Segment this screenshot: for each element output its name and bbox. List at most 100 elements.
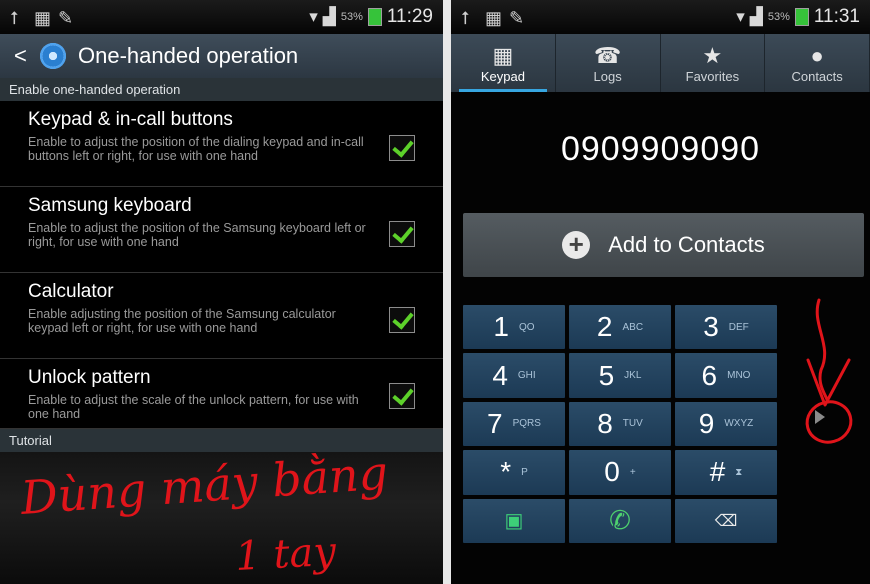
pen-icon: ✎ [509, 8, 525, 28]
person-icon: ● [810, 42, 824, 68]
tab-label: Logs [593, 68, 622, 84]
setting-samsung-keyboard[interactable]: Samsung keyboard Enable to adjust the po… [0, 187, 443, 273]
battery-percent: 53% [340, 11, 363, 23]
section-header-enable: Enable one-handed operation [0, 78, 443, 101]
setting-description: Enable to adjust the position of the dia… [28, 135, 364, 163]
setting-title: Calculator [28, 281, 114, 302]
handwriting-line-1: Dùng máy bằng [18, 452, 390, 525]
checkbox-calculator[interactable] [389, 307, 415, 333]
key-9[interactable]: 9 WXYZ [675, 401, 777, 447]
backspace-button[interactable]: ⌫ [675, 498, 777, 543]
setting-title: Keypad & in-call buttons [28, 109, 233, 130]
key-star[interactable]: * P [463, 450, 565, 495]
key-digit: 2 [596, 311, 613, 343]
backspace-icon: ⌫ [714, 512, 738, 530]
add-to-contacts-button[interactable]: + Add to Contacts [463, 213, 864, 277]
add-to-contacts-label: Add to Contacts [608, 232, 765, 257]
page-title: One-handed operation [78, 43, 299, 68]
key-digit: 3 [703, 311, 719, 343]
key-digit: * [500, 456, 512, 488]
tab-label: Contacts [791, 68, 843, 84]
key-digit: 6 [701, 359, 718, 391]
key-0[interactable]: 0 + [569, 450, 671, 495]
app-bar: < One-handed operation [0, 34, 443, 78]
tab-keypad[interactable]: ▦ Keypad [451, 34, 556, 92]
setting-keypad-buttons[interactable]: Keypad & in-call buttons Enable to adjus… [0, 101, 443, 187]
key-digit: 8 [597, 407, 613, 439]
setting-description: Enable to adjust the position of the Sam… [28, 221, 366, 249]
call-button[interactable]: ✆ [569, 498, 671, 543]
key-6[interactable]: 6 MNO [675, 353, 777, 398]
key-digit: 0 [604, 456, 620, 488]
tab-logs[interactable]: ☎ Logs [556, 34, 661, 92]
wifi-icon: ▾ [736, 7, 745, 26]
gear-icon [40, 43, 66, 69]
key-8[interactable]: 8 TUV [569, 401, 671, 447]
key-letters: WXYZ [724, 418, 754, 430]
usb-icon: ⭡ [461, 8, 470, 28]
checkbox-keypad[interactable] [389, 135, 415, 161]
key-letters: JKL [624, 370, 642, 382]
checkbox-keyboard[interactable] [389, 221, 415, 247]
usb-icon: ⭡ [10, 8, 19, 28]
setting-title: Unlock pattern [28, 367, 151, 388]
phone-icon: ✆ [609, 505, 631, 536]
clock: 11:29 [386, 6, 433, 27]
settings-screen: ⭡ ▦ ✎ ▾ ▟ 53% 11:29 < One-handed operati… [0, 0, 443, 584]
setting-description: Enable to adjust the scale of the unlock… [28, 393, 359, 421]
setting-description: Enable adjusting the position of the Sam… [28, 307, 336, 335]
key-digit: 7 [487, 407, 503, 439]
divider [443, 0, 451, 584]
pen-icon: ✎ [58, 8, 74, 28]
dial-keypad: 1 QO 2 ABC 3 DEF 4 GHI 5 JKL 6 MNO 7 PQRS 8 TUV … [463, 305, 777, 543]
checkbox-unlock[interactable] [389, 383, 415, 409]
section-header-tutorial: Tutorial [0, 429, 443, 452]
status-bar: ⭡ ▦ ✎ ▾ ▟ 53% 11:29 [0, 0, 443, 34]
key-digit: 4 [492, 359, 508, 391]
key-5[interactable]: 5 JKL [569, 353, 671, 398]
gallery-notification-icon: ▦ [485, 8, 503, 28]
tab-label: Keypad [480, 68, 525, 84]
dialed-number[interactable]: 0909909090 [451, 130, 870, 169]
gallery-notification-icon: ▦ [34, 8, 52, 28]
key-digit: 5 [598, 359, 615, 391]
tab-favorites[interactable]: ★ Favorites [661, 34, 766, 92]
key-letters: MNO [727, 370, 751, 382]
key-7[interactable]: 7 PQRS [463, 401, 565, 447]
key-3[interactable]: 3 DEF [675, 305, 777, 350]
setting-title: Samsung keyboard [28, 195, 192, 216]
contact-card-icon: ▣ [504, 510, 524, 533]
key-letters: DEF [728, 321, 749, 333]
key-hash[interactable]: # ⧗ [675, 450, 777, 495]
key-letters: P [521, 466, 528, 478]
star-icon: ★ [702, 42, 723, 68]
key-letters: ABC [622, 321, 644, 333]
key-4[interactable]: 4 GHI [463, 353, 565, 398]
keypad-icon: ▦ [492, 42, 514, 68]
key-letters: GHI [517, 370, 536, 382]
key-2[interactable]: 2 ABC [569, 305, 671, 350]
setting-calculator[interactable]: Calculator Enable adjusting the position… [0, 273, 443, 359]
wifi-icon: ▾ [309, 7, 318, 26]
setting-unlock-pattern[interactable]: Unlock pattern Enable to adjust the scal… [0, 359, 443, 429]
handwritten-annotation: Dùng máy bằng 1 tay [18, 452, 390, 580]
key-letters: + [629, 466, 636, 478]
key-digit: 9 [698, 407, 715, 439]
back-icon[interactable]: < [14, 43, 34, 69]
key-letters: PQRS [512, 418, 541, 430]
dialer-screen: ⭡ ▦ ✎ ▾ ▟ 53% 11:31 ▦ Keypad ☎ Logs ★ Fa… [451, 0, 870, 584]
pause-icon: ⧗ [735, 466, 743, 478]
battery-icon [367, 8, 382, 26]
key-letters: TUV [622, 418, 643, 430]
key-1[interactable]: 1 QO [463, 305, 565, 350]
dialer-tabs: ▦ Keypad ☎ Logs ★ Favorites ● Contacts [451, 34, 870, 92]
key-letters: QO [519, 321, 535, 333]
status-bar: ⭡ ▦ ✎ ▾ ▟ 53% 11:31 [451, 0, 870, 34]
signal-icon: ▟ [749, 7, 763, 26]
call-log-icon: ☎ [593, 42, 622, 68]
battery-icon [794, 8, 809, 26]
battery-percent: 53% [767, 11, 790, 23]
contacts-key[interactable]: ▣ [463, 498, 565, 543]
red-arrow-annotation [805, 298, 853, 444]
tab-contacts[interactable]: ● Contacts [765, 34, 870, 92]
